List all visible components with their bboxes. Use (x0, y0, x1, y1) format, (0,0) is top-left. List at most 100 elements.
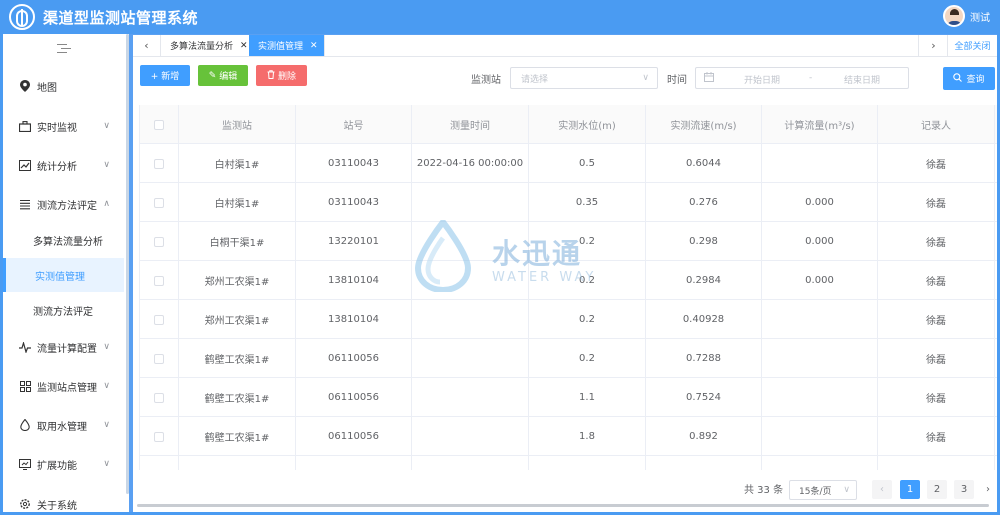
table-row[interactable]: 鹤壁工农渠1# 06110056 1.8 0.892 徐磊 (140, 417, 997, 456)
chart-icon (19, 159, 31, 171)
column-header[interactable]: 监测站 (179, 105, 296, 144)
close-all-tabs-button[interactable]: 全部关闭 (947, 35, 997, 56)
sidebar-item-map[interactable]: 地图 (3, 68, 127, 104)
sidebar-item-extensions[interactable]: 扩展功能 ∨ (3, 446, 127, 482)
start-date-input[interactable]: 开始日期 (744, 73, 780, 86)
table-cell: 徐磊 (878, 144, 995, 183)
edit-button[interactable]: ✎ 编辑 (198, 65, 248, 86)
close-icon[interactable]: ✕ (240, 41, 248, 51)
row-checkbox[interactable] (154, 353, 164, 364)
row-checkbox-cell[interactable] (140, 417, 179, 456)
date-range-picker[interactable]: 开始日期 - 结束日期 (695, 67, 909, 89)
table-row[interactable]: 白村渠1# 03110043 2022-04-16 00:00:00 0.5 0.604… (140, 144, 997, 183)
sidebar-scrollbar[interactable] (126, 34, 129, 494)
row-checkbox-cell[interactable] (140, 144, 179, 183)
row-checkbox-cell[interactable] (140, 300, 179, 339)
table-row[interactable]: 郑州工农渠1# 13810104 0.2 0.40928 徐磊 (140, 300, 997, 339)
tab-scroll-right-icon[interactable]: › (918, 35, 948, 56)
table-row[interactable]: 郑州工农渠1# 13810104 0.2 0.2984 0.000 徐磊 (140, 261, 997, 300)
tab-label: 实测值管理 (258, 42, 304, 52)
end-date-input[interactable]: 结束日期 (844, 73, 880, 86)
table-cell: 0.000 (762, 183, 878, 222)
chevron-down-icon: ∨ (103, 381, 110, 391)
row-checkbox-cell[interactable] (140, 222, 179, 261)
page-size-select[interactable]: 15条/页 ∨ (789, 480, 857, 500)
select-all-checkbox-cell[interactable] (140, 105, 179, 144)
total-count: 共 33 条 (744, 485, 784, 496)
column-header[interactable]: 站号 (296, 105, 412, 144)
sidebar-item-method-evaluation[interactable]: 测流方法评定 ∧ (3, 186, 127, 222)
table-row[interactable]: 白桐干渠1# 13220101 0.2 0.298 0.000 徐磊 (140, 222, 997, 261)
table-cell: 0.298 (646, 222, 762, 261)
table-cell: 鹤壁工农渠1# (179, 417, 296, 456)
table-row[interactable] (140, 456, 997, 470)
page-button[interactable]: 1 (900, 480, 920, 499)
row-checkbox[interactable] (154, 431, 164, 442)
horizontal-scrollbar[interactable] (137, 504, 989, 507)
table-cell: 0.35 (529, 183, 646, 222)
sidebar-subitem-measured-values[interactable]: 实测值管理 (3, 258, 124, 292)
row-checkbox[interactable] (154, 392, 164, 403)
row-checkbox[interactable] (154, 314, 164, 325)
row-checkbox-cell[interactable] (140, 456, 179, 470)
user-name[interactable]: 测试 (970, 9, 990, 24)
row-checkbox-cell[interactable] (140, 339, 179, 378)
row-checkbox[interactable] (154, 236, 164, 247)
sidebar-subitem-method-evaluation[interactable]: 测流方法评定 (3, 293, 124, 327)
row-checkbox-cell[interactable] (140, 183, 179, 222)
station-filter-label: 监测站 (471, 75, 501, 86)
chevron-down-icon: ∨ (103, 420, 110, 430)
sidebar-item-water-management[interactable]: 取用水管理 ∨ (3, 407, 127, 443)
add-button[interactable]: + 新增 (140, 65, 190, 86)
user-menu[interactable]: 测试 (943, 5, 990, 27)
close-icon[interactable]: ✕ (310, 41, 318, 51)
collapse-menu-icon[interactable] (57, 44, 71, 56)
sidebar-item-realtime[interactable]: 实时监视 ∨ (3, 108, 127, 144)
next-page-button[interactable]: › (981, 480, 995, 499)
sidebar-subitem-multi-algorithm[interactable]: 多算法流量分析 (3, 223, 124, 257)
column-header[interactable]: 记录人 (878, 105, 995, 144)
edit-label: 编辑 (219, 72, 238, 82)
row-checkbox-cell[interactable] (140, 378, 179, 417)
search-icon (953, 72, 963, 85)
column-header[interactable]: 实测水位(m) (529, 105, 646, 144)
table-row[interactable]: 白村渠1# 03110043 0.35 0.276 0.000 徐磊 (140, 183, 997, 222)
column-header[interactable]: 计算流量(m³/s) (762, 105, 878, 144)
table-cell: 0.276 (646, 183, 762, 222)
table-row[interactable]: 鹤壁工农渠1# 06110056 1.1 0.7524 徐磊 (140, 378, 997, 417)
prev-page-button[interactable]: ‹ (872, 480, 892, 499)
delete-button[interactable]: 删除 (256, 65, 307, 86)
sidebar-item-about[interactable]: 关于系统 (3, 486, 127, 515)
table-row[interactable]: 鹤壁工农渠1# 06110056 0.2 0.7288 徐磊 (140, 339, 997, 378)
table-cell: 1.1 (529, 378, 646, 417)
table-cell: 鹤壁工农渠1# (179, 378, 296, 417)
sidebar-item-station-management[interactable]: 监测站点管理 ∨ (3, 368, 127, 404)
page-button[interactable]: 3 (954, 480, 974, 499)
row-checkbox[interactable] (154, 275, 164, 286)
table-cell (762, 144, 878, 183)
table-cell: 0.40928 (646, 300, 762, 339)
tab-multi-algorithm[interactable]: 多算法流量分析 ✕ (161, 35, 255, 56)
sidebar-item-flow-config[interactable]: 流量计算配置 ∨ (3, 329, 127, 365)
table-cell (412, 300, 529, 339)
tab-measured-values[interactable]: 实测值管理 ✕ (249, 35, 325, 56)
avatar[interactable] (943, 5, 965, 27)
select-all-checkbox[interactable] (154, 119, 164, 130)
chevron-down-icon: ∨ (843, 485, 850, 495)
table-cell: 0.892 (646, 417, 762, 456)
table-cell: 徐磊 (878, 183, 995, 222)
query-button[interactable]: 查询 (943, 67, 995, 90)
row-checkbox[interactable] (154, 197, 164, 208)
row-checkbox-cell[interactable] (140, 261, 179, 300)
delete-label: 删除 (277, 72, 296, 82)
table-cell (529, 456, 646, 470)
column-header[interactable]: 实测流速(m/s) (646, 105, 762, 144)
tab-scroll-left-icon[interactable]: ‹ (133, 35, 161, 56)
sidebar-item-statistics[interactable]: 统计分析 ∨ (3, 147, 127, 183)
sidebar-item-label: 扩展功能 (37, 460, 77, 472)
table-header-row: 监测站 站号 测量时间 实测水位(m) 实测流速(m/s) 计算流量(m³/s)… (140, 105, 997, 144)
column-header[interactable]: 测量时间 (412, 105, 529, 144)
page-button[interactable]: 2 (927, 480, 947, 499)
row-checkbox[interactable] (154, 158, 164, 169)
station-select[interactable]: 请选择 ∨ (510, 67, 658, 89)
